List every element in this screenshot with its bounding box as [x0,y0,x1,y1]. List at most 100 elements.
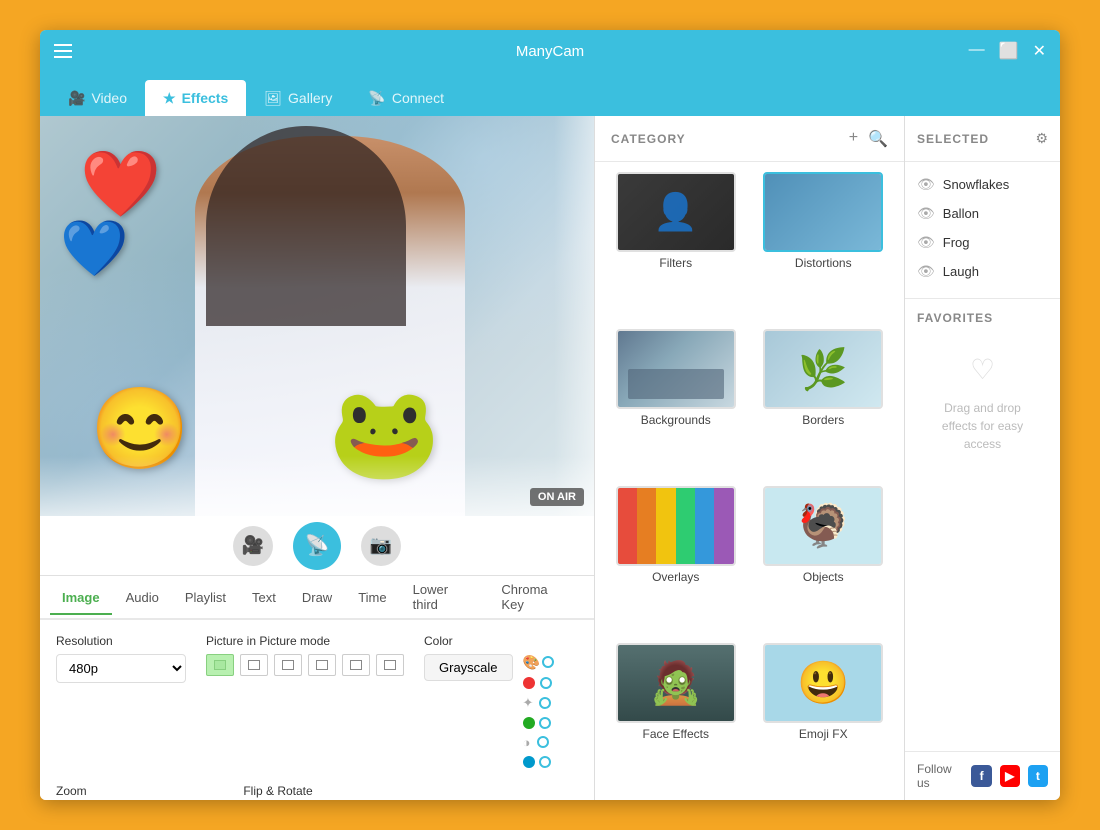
facebook-icon[interactable]: f [971,765,991,787]
zoom-label: Zoom [56,784,223,798]
video-icon: 🎥 [68,90,85,107]
menu-button[interactable] [54,44,72,58]
hair-overlay [206,126,406,326]
pip-btn-tl[interactable] [240,654,268,676]
filter-icon[interactable]: ⚙ [1035,130,1048,147]
category-item-overlays[interactable]: Overlays [607,486,745,633]
selected-item-ballon[interactable]: 👁 Ballon [905,199,1060,228]
category-header: CATEGORY + 🔍 [595,116,904,162]
divider [905,298,1060,299]
brightness-icon: ✦ [523,695,534,711]
category-item-borders[interactable]: 🌿 Borders [755,329,893,476]
left-panel: ❤️ 💙 😊 🐸 ON AIR 🎥 📡 📷 [40,116,595,800]
window-title: ManyCam [516,43,584,60]
category-item-backgrounds[interactable]: Backgrounds [607,329,745,476]
category-item-objects[interactable]: 🦃 Objects [755,486,893,633]
overlays-thumb [616,486,736,566]
preview-area: ❤️ 💙 😊 🐸 ON AIR [40,116,594,516]
selected-item-frog[interactable]: 👁 Frog [905,228,1060,257]
backgrounds-thumb [616,329,736,409]
contrast-icon: ◑ [523,735,531,750]
green-row [523,717,548,729]
pip-btn-side[interactable] [308,654,336,676]
rgb-icon: 🎨 [523,654,540,671]
pip-group: Picture in Picture mode [206,634,404,768]
nav-tab-video[interactable]: 🎥 Video [50,80,145,116]
settings-row-2: Zoom − + Flip & Rotate ↩ ↪ ↔ [56,784,578,800]
pip-btn-half[interactable] [342,654,370,676]
filters-thumb: 👤 [616,172,736,252]
maximize-button[interactable]: ⬜ [999,41,1019,61]
tab-chroma-key[interactable]: Chroma Key [489,574,584,622]
youtube-icon[interactable]: ▶ [1000,765,1020,787]
red-slider[interactable] [543,682,548,685]
settings-row-1: Resolution 480p 720p 1080p Picture in Pi… [56,634,578,768]
category-item-face2[interactable]: 😃 Emoji FX [755,643,893,790]
minimize-button[interactable]: — [969,41,985,61]
categories-grid: 👤 Filters Distortions [595,162,904,800]
category-item-distortions[interactable]: Distortions [755,172,893,319]
distortions-label: Distortions [795,256,852,270]
tab-text[interactable]: Text [240,582,288,615]
selected-item-snowflakes[interactable]: 👁 Snowflakes [905,170,1060,199]
face1-thumb: 🧟 [616,643,736,723]
gallery-icon: 🖼 [264,90,282,107]
snow-border [40,456,594,516]
snow-border-right [554,116,594,516]
eye-icon-frog: 👁 [917,234,935,251]
grayscale-button[interactable]: Grayscale [424,654,513,681]
nav-bar: 🎥 Video ★ Effects 🖼 Gallery 📡 Connect [40,72,1060,116]
category-header-icons: + 🔍 [849,129,888,149]
blue-dot [523,756,535,768]
filters-label: Filters [659,256,692,270]
pip-btn-tr[interactable] [274,654,302,676]
tab-lower-third[interactable]: Lower third [401,574,488,622]
red-row [523,677,548,689]
eye-icon-laugh: 👁 [917,263,935,280]
close-button[interactable]: ✕ [1033,41,1046,61]
contrast-slider[interactable] [538,741,548,744]
nav-tab-effects[interactable]: ★ Effects [145,80,246,116]
pip-btn-quad[interactable] [376,654,404,676]
brightness-row: ✦ [523,695,548,711]
nav-tab-connect[interactable]: 📡 Connect [350,80,462,116]
social-footer: Follow us f ▶ t [905,751,1060,800]
heart-empty-icon: ♡ [970,349,995,391]
resolution-group: Resolution 480p 720p 1080p [56,634,186,768]
pip-btn-full[interactable] [206,654,234,676]
tab-time[interactable]: Time [346,582,398,615]
settings-panel: Resolution 480p 720p 1080p Picture in Pi… [40,620,594,800]
app-window: ManyCam — ⬜ ✕ 🎥 Video ★ Effects 🖼 Galler… [40,30,1060,800]
tab-playlist[interactable]: Playlist [173,582,238,615]
nav-tab-gallery[interactable]: 🖼 Gallery [246,80,350,116]
face2-label: Emoji FX [799,727,848,741]
twitter-icon[interactable]: t [1028,765,1048,787]
snapshot-button[interactable]: 📷 [361,526,401,566]
effects-star-icon: ★ [163,90,176,107]
resolution-label: Resolution [56,634,186,648]
backgrounds-label: Backgrounds [641,413,711,427]
add-category-button[interactable]: + [849,129,858,149]
rgb-row: 🎨 [523,654,548,671]
color-controls: 🎨 ✦ [523,654,548,768]
heart-red-effect: ❤️ [80,146,161,222]
stream-button[interactable]: 📡 [293,522,341,570]
selected-item-laugh[interactable]: 👁 Laugh [905,257,1060,286]
search-category-button[interactable]: 🔍 [868,129,888,149]
brightness-slider[interactable] [541,702,548,705]
overlays-label: Overlays [652,570,699,584]
category-item-face1[interactable]: 🧟 Face Effects [607,643,745,790]
category-item-filters[interactable]: 👤 Filters [607,172,745,319]
green-slider[interactable] [543,722,548,725]
distortions-thumb [763,172,883,252]
resolution-select[interactable]: 480p 720p 1080p [56,654,186,683]
tab-draw[interactable]: Draw [290,582,344,615]
title-bar-left [54,44,72,58]
green-dot [523,717,535,729]
blue-slider[interactable] [543,761,548,764]
window-controls: — ⬜ ✕ [969,41,1046,61]
tab-audio[interactable]: Audio [114,582,171,615]
tab-image[interactable]: Image [50,582,112,615]
pip-label: Picture in Picture mode [206,634,404,648]
camera-button[interactable]: 🎥 [233,526,273,566]
